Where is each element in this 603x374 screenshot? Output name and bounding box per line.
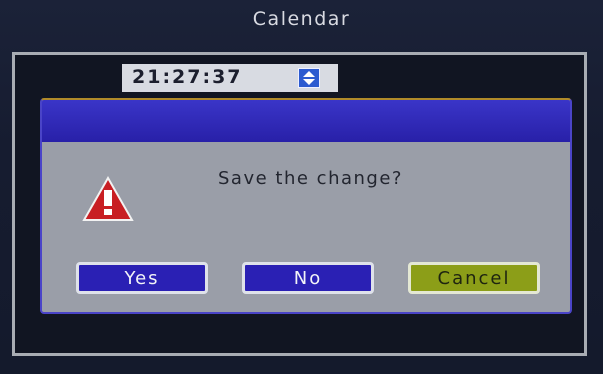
up-down-arrows-icon[interactable]: [298, 68, 320, 88]
yes-button[interactable]: Yes: [76, 262, 208, 294]
arrow-up-icon[interactable]: [303, 71, 315, 77]
arrow-down-icon[interactable]: [303, 79, 315, 85]
time-value: 21:27:37: [132, 66, 243, 88]
dialog-message: Save the change?: [218, 168, 403, 189]
cancel-button[interactable]: Cancel: [408, 262, 540, 294]
save-dialog: Save the change? Yes No Cancel: [40, 98, 572, 314]
calendar-screen: Calendar 21:27:37 Save the change? Yes N…: [0, 0, 603, 374]
time-field[interactable]: 21:27:37: [122, 64, 338, 92]
no-button[interactable]: No: [242, 262, 374, 294]
window-title: Calendar: [252, 8, 351, 30]
warning-triangle-icon: [82, 176, 134, 221]
dialog-title-bar: [42, 100, 570, 142]
